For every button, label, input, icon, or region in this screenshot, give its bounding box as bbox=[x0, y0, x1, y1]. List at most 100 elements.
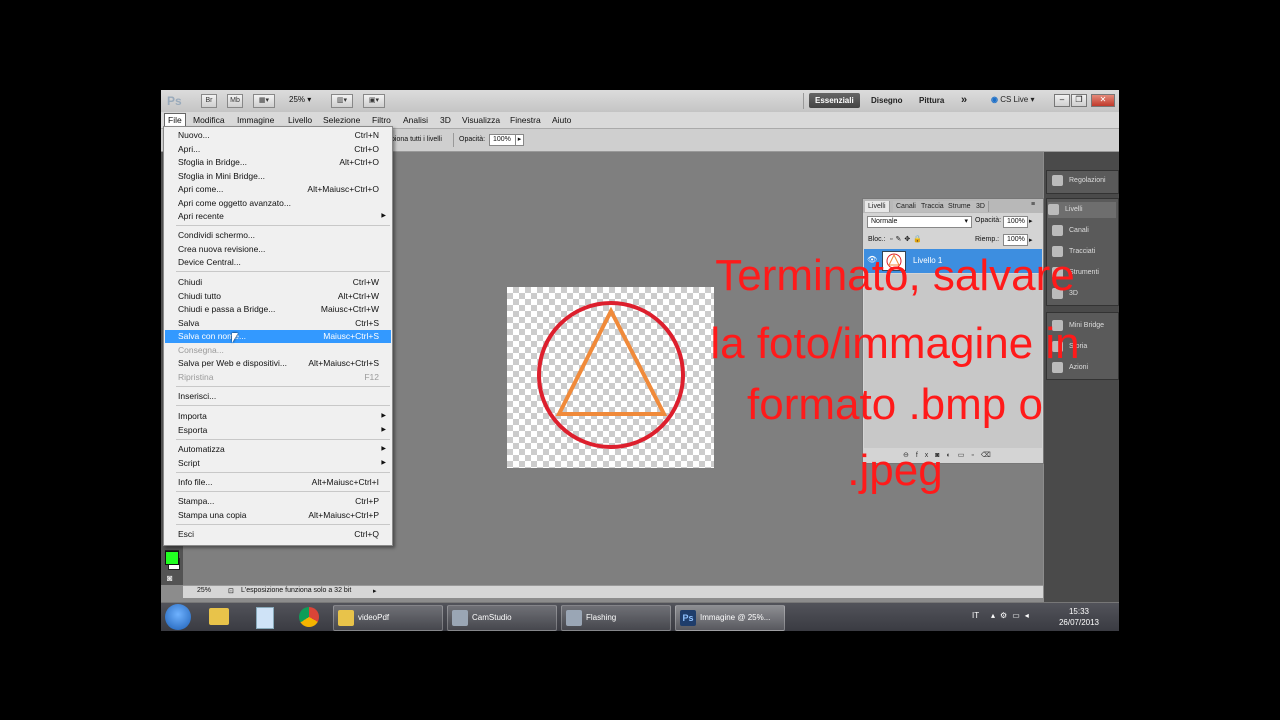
application-bar: Ps Br Mb ▦▾ 25% ▾ ▥▾ ▣▾ Essenziali Diseg… bbox=[161, 90, 1119, 113]
menuitem-crea-revisione[interactable]: Crea nuova revisione... bbox=[165, 243, 391, 256]
menuitem-salva[interactable]: Salva Ctrl+S bbox=[165, 317, 391, 330]
menuitem-esci[interactable]: Esci Ctrl+Q bbox=[165, 528, 391, 541]
task-videopdf[interactable]: videoPdf bbox=[333, 605, 443, 631]
status-text: L'esposizione funziona solo a 32 bit bbox=[241, 587, 352, 594]
start-button-icon[interactable] bbox=[165, 604, 191, 630]
quick-mask-icon[interactable]: ◙ bbox=[167, 573, 172, 583]
tab-tracciati[interactable]: Traccia bbox=[918, 201, 948, 212]
menu-visualizza[interactable]: Visualizza bbox=[459, 114, 503, 126]
menuitem-automatizza[interactable]: Automatizza ▶ bbox=[165, 443, 391, 456]
menu-aiuto[interactable]: Aiuto bbox=[549, 114, 574, 126]
menuitem-esporta[interactable]: Esporta ▶ bbox=[165, 424, 391, 437]
menu-finestra[interactable]: Finestra bbox=[507, 114, 544, 126]
menu-file[interactable]: File bbox=[164, 113, 186, 127]
menu-separator bbox=[176, 491, 390, 492]
restore-button[interactable]: ❐ bbox=[1071, 94, 1087, 107]
menuitem-apri-recente[interactable]: Apri recente ▶ bbox=[165, 210, 391, 223]
panel-menu-icon[interactable]: ≡ bbox=[1031, 201, 1035, 208]
menuitem-device-central[interactable]: Device Central... bbox=[165, 256, 391, 269]
menuitem-salva-con-nome[interactable]: Salva con nome... Maiusc+Ctrl+S bbox=[165, 330, 391, 343]
status-bar: 25% ⊡ L'esposizione funziona solo a 32 b… bbox=[183, 585, 1043, 598]
workspace-disegno[interactable]: Disegno bbox=[865, 93, 909, 108]
screen-mode-button[interactable]: ▣▾ bbox=[363, 94, 385, 108]
menu-immagine[interactable]: Immagine bbox=[234, 114, 277, 126]
task-photoshop[interactable]: Ps Immagine @ 25%... bbox=[675, 605, 785, 631]
calculator-icon[interactable] bbox=[256, 607, 274, 629]
task-camstudio[interactable]: CamStudio bbox=[447, 605, 557, 631]
arrange-documents-button[interactable]: ▥▾ bbox=[331, 94, 353, 108]
menu-filtro[interactable]: Filtro bbox=[369, 114, 394, 126]
language-indicator[interactable]: IT bbox=[972, 611, 979, 620]
dock-canali[interactable]: Canali bbox=[1052, 223, 1089, 239]
menuitem-apri-oggetto-avanzato[interactable]: Apri come oggetto avanzato... bbox=[165, 197, 391, 210]
clock[interactable]: 15:33 26/07/2013 bbox=[1051, 606, 1107, 628]
caption-line-4: .jpeg bbox=[847, 446, 943, 495]
menuitem-chiudi-tutto[interactable]: Chiudi tutto Alt+Ctrl+W bbox=[165, 290, 391, 303]
tray-icons[interactable]: ▴⚙▭◂ bbox=[991, 611, 1034, 620]
fill-input[interactable]: 100% bbox=[1003, 234, 1028, 246]
menu-separator bbox=[176, 439, 390, 440]
opacity-input[interactable]: 100% bbox=[489, 134, 516, 146]
menuitem-script[interactable]: Script ▶ bbox=[165, 457, 391, 470]
flashing-icon bbox=[566, 609, 582, 626]
menuitem-nuovo[interactable]: Nuovo... Ctrl+N bbox=[165, 129, 391, 142]
menuitem-inserisci[interactable]: Inserisci... bbox=[165, 390, 391, 403]
divider bbox=[453, 133, 454, 147]
bridge-button[interactable]: Br bbox=[201, 94, 217, 108]
view-extras-button[interactable]: ▦▾ bbox=[253, 94, 275, 108]
tab-canali[interactable]: Canali bbox=[893, 201, 920, 212]
menu-selezione[interactable]: Selezione bbox=[320, 114, 363, 126]
workspace-pittura[interactable]: Pittura bbox=[913, 93, 950, 108]
sample-all-layers-label: pionа tutti i livelli bbox=[391, 136, 442, 143]
menuitem-apri[interactable]: Apri... Ctrl+O bbox=[165, 143, 391, 156]
menu-3d[interactable]: 3D bbox=[437, 114, 454, 126]
fill-label: Riemp.: bbox=[975, 236, 1000, 243]
menuitem-sfoglia-mini-bridge[interactable]: Sfoglia in Mini Bridge... bbox=[165, 170, 391, 183]
menuitem-apri-come[interactable]: Apri come... Alt+Maiusc+Ctrl+O bbox=[165, 183, 391, 196]
tab-strumenti[interactable]: Strume bbox=[945, 201, 975, 212]
opacity-arrow[interactable]: ▸ bbox=[1029, 217, 1033, 225]
menuitem-chiudi[interactable]: Chiudi Ctrl+W bbox=[165, 276, 391, 289]
menuitem-salva-web[interactable]: Salva per Web e dispositivi... Alt+Maiusc… bbox=[165, 357, 391, 370]
menuitem-sfoglia-bridge[interactable]: Sfoglia in Bridge... Alt+Ctrl+O bbox=[165, 156, 391, 169]
opacity-arrow[interactable]: ▸ bbox=[515, 134, 524, 146]
status-zoom[interactable]: 25% bbox=[197, 587, 211, 594]
fill-arrow[interactable]: ▸ bbox=[1029, 236, 1033, 244]
more-workspaces-button[interactable]: » bbox=[955, 93, 973, 108]
menuitem-condividi-schermo[interactable]: Condividi schermo... bbox=[165, 229, 391, 242]
workspace-essenziali[interactable]: Essenziali bbox=[809, 93, 860, 108]
minimize-button[interactable]: – bbox=[1054, 94, 1070, 107]
close-button[interactable]: ✕ bbox=[1091, 94, 1115, 107]
menuitem-stampa[interactable]: Stampa... Ctrl+P bbox=[165, 495, 391, 508]
lock-icons[interactable]: ▫✎✥🔒 bbox=[890, 235, 925, 243]
menuitem-chiudi-bridge[interactable]: Chiudi e passa a Bridge... Maiusc+Ctrl+W bbox=[165, 303, 391, 316]
explorer-icon[interactable] bbox=[209, 608, 229, 625]
menuitem-stampa-copia[interactable]: Stampa una copia Alt+Maiusc+Ctrl+P bbox=[165, 509, 391, 522]
status-arrow[interactable]: ▸ bbox=[373, 587, 377, 595]
submenu-arrow-icon: ▶ bbox=[381, 413, 386, 419]
caption-line-2: la foto/immagine in bbox=[710, 319, 1080, 368]
blend-mode-select[interactable]: Normale ▾ bbox=[867, 216, 972, 228]
menuitem-consegna: Consegna... bbox=[178, 344, 224, 355]
red-circle-shape bbox=[537, 301, 685, 449]
clock-time: 15:33 bbox=[1068, 607, 1090, 616]
menu-livello[interactable]: Livello bbox=[285, 114, 315, 126]
photoshop-icon: Ps bbox=[680, 609, 696, 626]
zoom-dropdown[interactable]: 25% ▾ bbox=[289, 95, 311, 104]
menuitem-importa[interactable]: Importa ▶ bbox=[165, 410, 391, 423]
tab-3d[interactable]: 3D bbox=[973, 201, 989, 212]
document-canvas[interactable] bbox=[507, 287, 714, 468]
menu-analisi[interactable]: Analisi bbox=[400, 114, 431, 126]
tab-livelli[interactable]: Livelli bbox=[865, 201, 890, 212]
cs-live-button[interactable]: ◉ CS Live ▾ bbox=[991, 95, 1034, 104]
foreground-green-swatch[interactable] bbox=[165, 551, 179, 565]
menu-modifica[interactable]: Modifica bbox=[190, 114, 228, 126]
chrome-icon[interactable] bbox=[299, 607, 319, 627]
dock-regolazioni[interactable]: Regolazioni bbox=[1052, 173, 1106, 189]
dock-livelli[interactable]: Livelli bbox=[1048, 202, 1116, 218]
task-flashing[interactable]: Flashing bbox=[561, 605, 671, 631]
menuitem-info-file[interactable]: Info file... Alt+Maiusc+Ctrl+I bbox=[165, 476, 391, 489]
chevron-down-icon: ▾ bbox=[964, 218, 968, 225]
layer-opacity-input[interactable]: 100% bbox=[1003, 216, 1028, 228]
mini-bridge-button[interactable]: Mb bbox=[227, 94, 243, 108]
